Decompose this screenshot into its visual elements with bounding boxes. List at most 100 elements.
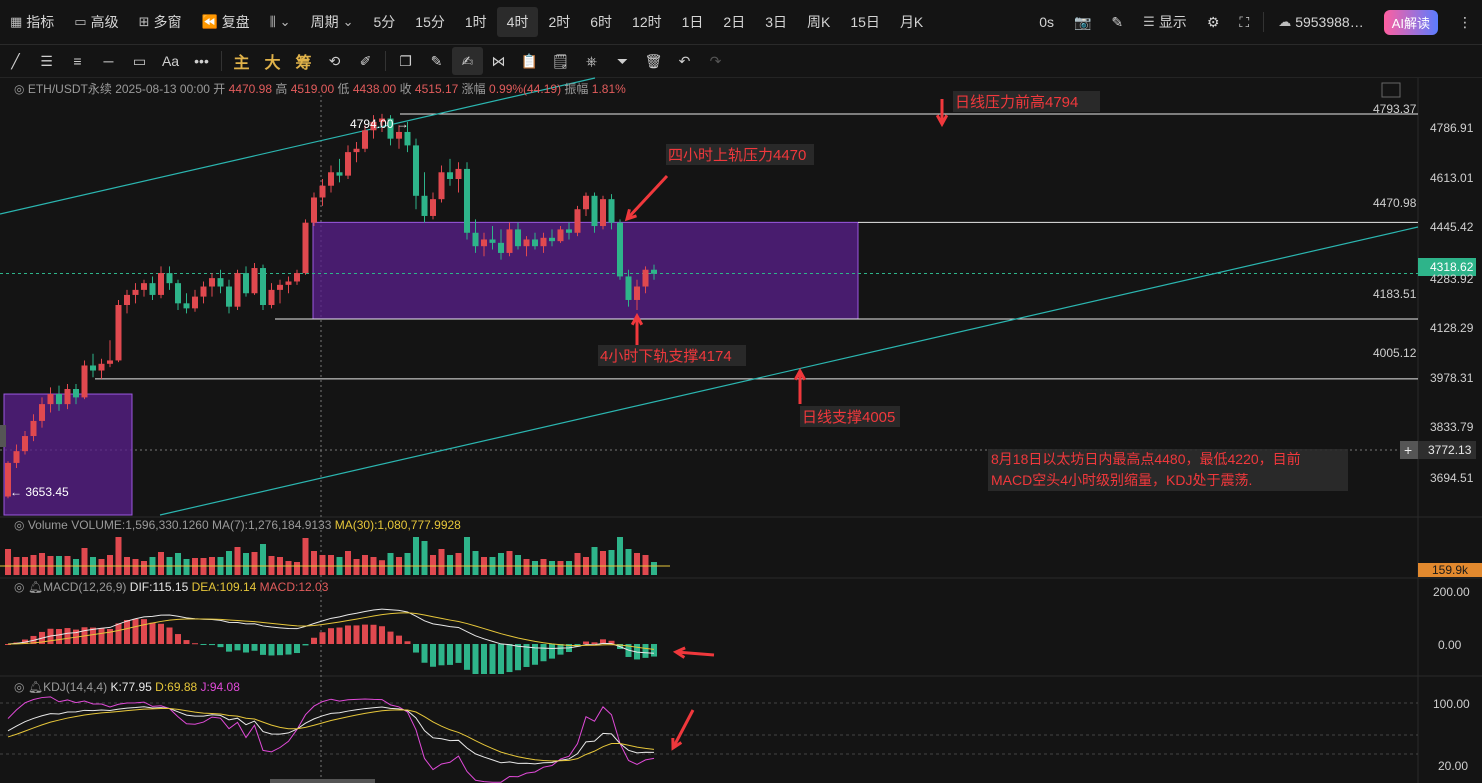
bell-icon[interactable]: 🔔︎ [28,580,43,594]
candle-body [158,273,164,295]
price-axis-label: 4613.01 [1430,171,1474,185]
volume-bar [404,553,411,575]
candle-body [600,199,606,227]
low-value: 4438.00 [352,82,397,96]
macd-histogram-bar [438,644,445,666]
macd-histogram-bar [396,635,402,644]
eye-icon[interactable]: ◎ [14,680,24,694]
volume-bar [438,549,445,575]
volume-bar [328,555,334,575]
candle-body [226,286,232,307]
candle-body [362,130,368,149]
candle-body [396,131,402,139]
bell-icon[interactable]: 🔔︎ [28,680,43,694]
volume-bar [566,561,572,575]
candle-body [192,296,198,309]
macd-dea: DEA:109.14 [191,580,257,594]
candle-body [243,273,249,294]
ohlc-info-bar: ◎ ETH/USDT永续 2025-08-13 00:00 开 4470.98 … [14,80,626,97]
candle-body [90,365,96,371]
candle-body [81,365,88,398]
macd-histogram-bar [353,625,360,644]
volume-bar [294,562,300,575]
volume-bar [302,538,309,575]
macd-histogram-bar [319,632,326,644]
macd-histogram-bar [243,644,249,653]
price-axis-label: 4283.92 [1430,272,1474,286]
macd-histogram-bar [464,644,470,670]
volume-bar [141,561,147,575]
eye-icon[interactable]: ◎ [14,82,24,96]
macd-histogram-bar [557,644,564,655]
macd-histogram-bar [209,644,215,646]
macd-histogram-bar [226,644,232,652]
macd-histogram-bar [362,624,368,644]
candle-body [608,199,615,223]
price-axis: 4793.374786.914613.014470.984445.424318.… [1373,82,1482,773]
candle-body [574,209,581,233]
macd-histogram-bar [166,627,173,644]
candle-body [566,229,572,233]
macd-histogram-bar [549,644,555,659]
volume-bar [472,551,479,575]
volume-legend: ◎ Volume VOLUME:1,596,330.1260 MA(7):1,2… [14,518,461,532]
volume-bar [319,555,326,575]
volume-bar [30,555,37,575]
macd-histogram-bar [141,619,147,644]
volume-bar [158,552,164,575]
volume-bar [608,550,615,575]
volume-layer [0,537,670,575]
macd-histogram-bar [430,644,436,667]
volume-bar [498,553,504,575]
candle-body [141,283,147,290]
candle-body [73,389,79,398]
volume-bar [421,541,428,575]
candle-body [455,168,462,179]
macd-histogram-bar [455,644,462,663]
macd-histogram-bar [328,628,334,644]
daily-resistance-label: 日线压力前高4794 [955,94,1078,111]
macd-layer [5,608,657,674]
volume-bar [81,548,88,575]
volume-bar [39,553,45,575]
macd-histogram-bar [192,643,198,645]
candle-body [234,273,241,307]
macd-axis-label: 200.00 [1433,585,1470,599]
price-chart[interactable]: 4793.374786.914613.014470.984445.424318.… [0,0,1482,783]
price-axis-label: 3978.31 [1430,371,1474,385]
close-value: 4515.17 [414,82,459,96]
kdj-arrow [671,709,695,749]
volume-bar [353,559,360,575]
change-value: 0.99%(44.19) [489,82,562,96]
candle-body [481,239,487,247]
candle-body [166,273,173,284]
macd-histogram-bar [489,644,496,674]
volume-bar [251,552,258,575]
volume-bar [98,559,105,575]
h4-channel-zone [312,221,859,320]
macd-histogram-bar [345,625,351,644]
horizontal-scrollbar [270,779,375,783]
macd-histogram-bar [285,644,292,655]
macd-histogram-bar [217,644,224,648]
candle-body [13,451,20,463]
macd-histogram-bar [421,644,428,663]
candle-body [47,394,54,405]
macd-axis-label: 0.00 [1438,638,1462,652]
eye-icon[interactable]: ◎ [14,518,24,532]
expand-icon [1381,82,1401,98]
volume-bar [115,537,122,575]
candle-body [447,172,453,179]
volume-bar [132,559,139,575]
volume-bar [523,559,530,575]
candle-body [183,303,190,309]
kdj-legend: ◎ 🔔︎KDJ(14,4,4) K:77.95 D:69.88 J:94.08 [14,680,240,694]
macd-histogram-bar [98,628,105,644]
candle-body [285,281,292,285]
macd-histogram-bar [251,644,258,651]
price-axis-label: 4005.12 [1373,346,1417,360]
volume-bar [285,561,292,575]
candle-body [557,229,564,242]
candle-body [319,185,326,198]
eye-icon[interactable]: ◎ [14,580,24,594]
